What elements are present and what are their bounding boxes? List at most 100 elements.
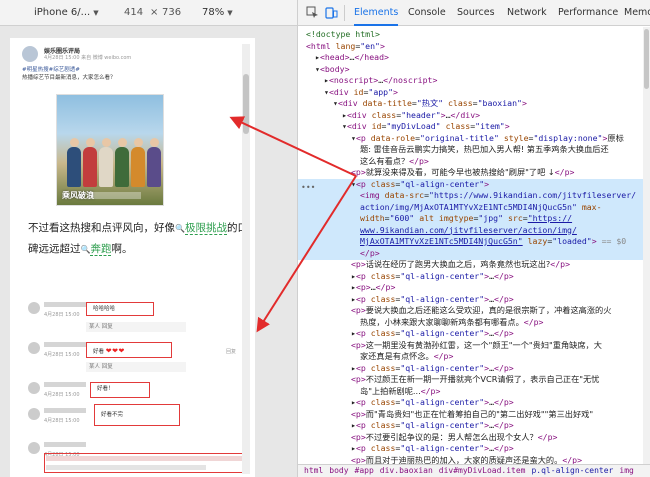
elements-scrollbar[interactable]: [643, 27, 650, 464]
breadcrumb-item[interactable]: div.baoxian: [380, 466, 433, 475]
dom-node-line[interactable]: ▾<div id="app">: [298, 87, 650, 99]
tab-elements[interactable]: Elements: [354, 0, 399, 26]
phone-scrollbar[interactable]: [242, 44, 250, 474]
dom-node-line[interactable]: <!doctype html>: [298, 29, 650, 41]
post-body-line: 热播综艺节目最新消息，大家怎么看？: [22, 75, 116, 81]
dom-node-line[interactable]: <p>而且对于迪丽热巴的加入，大家的质疑声还是蛮大的。</p>: [298, 455, 650, 465]
post-body: #明星热搜#综艺剧透# 热播综艺节目最新消息，大家怎么看？: [22, 66, 244, 82]
dom-node-line[interactable]: <p>不过颜王在新一期一开播就亮个VCR请假了，表示自己正在"无忧: [298, 374, 650, 386]
dom-node-line[interactable]: width="600" alt imgtype="jpg" src="https…: [298, 213, 650, 225]
tab-network[interactable]: Network: [507, 0, 547, 26]
tab-performance[interactable]: Performance: [558, 0, 618, 26]
highlight-box: [44, 453, 250, 473]
search-icon: 🔍: [80, 245, 91, 254]
breadcrumb-item[interactable]: body: [329, 466, 348, 475]
caret-down-icon: ▼: [227, 9, 233, 17]
dom-node-line[interactable]: ▸<p class="ql-align-center">…</p>: [298, 443, 650, 455]
breadcrumb: html body #app div.baoxian div#myDivLoad.ite…: [298, 464, 650, 477]
device-select-label: iPhone 6/...: [34, 7, 91, 18]
dom-node-line[interactable]: action/img/MjAxOTA1MTYvXzE1NTc5MDI4NjQuc…: [298, 202, 650, 214]
breadcrumb-item[interactable]: html: [304, 466, 323, 475]
inspect-element-icon[interactable]: [306, 6, 319, 19]
breadcrumb-item[interactable]: div#myDivLoad.item: [439, 466, 526, 475]
dom-node-line[interactable]: <p>这一期里没有黄渤孙红雷，这一个"颜王"一个"贵妇"重角缺席，大: [298, 340, 650, 352]
keyword-link[interactable]: 奔跑: [90, 243, 112, 256]
scrollbar-thumb[interactable]: [644, 29, 649, 89]
dom-node-line[interactable]: www.9ikandian.com/jitvfileserver/action/…: [298, 225, 650, 237]
elements-tree[interactable]: ••• <!doctype html> <html lang="en"> ▸<hea…: [298, 27, 650, 464]
dom-node-line[interactable]: <p>话说在经历了跑男大换血之后，鸡条竟然也玩这出?</p>: [298, 259, 650, 271]
dom-node-line[interactable]: ▸<p class="ql-align-center">…</p>: [298, 271, 650, 283]
dom-node-line[interactable]: <p>不过要引起争议的是：男人帮怎么出现个女人？</p>: [298, 432, 650, 444]
text-segment: 啊。: [111, 243, 133, 255]
zoom-select-label: 78%: [202, 7, 225, 18]
dom-node-line[interactable]: MjAxOTA1MTYvXzE1NTc5MDI4NjQucG5n" lazy="…: [298, 236, 650, 248]
dom-node-line[interactable]: <p>要说大换血之后还能这么受欢迎，真的是很宗斯了，冲着这高涨的火: [298, 305, 650, 317]
reply-button[interactable]: 回复: [226, 348, 236, 355]
caret-down-icon: ▼: [93, 9, 99, 17]
avatar: [28, 442, 40, 454]
movie-logo: 乘风破浪: [62, 191, 94, 200]
phone-viewport[interactable]: 娱乐圈乐评局 4月28日 15:00 来自 微博 weibo.com #明星热搜…: [10, 38, 255, 477]
dom-node-line[interactable]: 岛"上拍新剧呢...</p>: [298, 386, 650, 398]
height-field[interactable]: 736: [162, 7, 181, 18]
dom-node-line[interactable]: <img data-src="https://www.9ikandian.com…: [298, 190, 650, 202]
dom-node-line[interactable]: 家还真是有点怀念。</p>: [298, 351, 650, 363]
breadcrumb-item[interactable]: img: [619, 466, 633, 475]
dom-node-line[interactable]: ▾<div id="myDivLoad" class="item">: [298, 121, 650, 133]
comment-time: 4月28日 15:00: [44, 392, 80, 398]
dom-node-line[interactable]: 热度，小林来跟大家聊聊新鸡条都有哪看点。</p>: [298, 317, 650, 329]
tab-console[interactable]: Console: [408, 0, 446, 26]
breadcrumb-item[interactable]: p.ql-align-center: [531, 466, 613, 475]
dom-node-line[interactable]: </p>: [298, 248, 650, 260]
dom-node-line[interactable]: ▸<noscript>…</noscript>: [298, 75, 650, 87]
dom-node-line[interactable]: ▸<p class="ql-align-center">…</p>: [298, 420, 650, 432]
dom-node-line[interactable]: <html lang="en">: [298, 41, 650, 53]
avatar: [22, 46, 38, 62]
avatar: [28, 408, 40, 420]
dom-node-line[interactable]: ▸<p class="ql-align-center">…</p>: [298, 328, 650, 340]
tab-memory[interactable]: Memo: [624, 0, 650, 26]
dom-node-line[interactable]: ▸<div class="header">…</div>: [298, 110, 650, 122]
dom-node-line[interactable]: 这么有看点？</p>: [298, 156, 650, 168]
dom-node-line[interactable]: ▾<body>: [298, 64, 650, 76]
post-image: 乘风破浪: [56, 94, 164, 206]
dom-node-line[interactable]: <p>而"青岛贵妇"也正在忙着筹拍自己的"第二出好戏""第三出好戏": [298, 409, 650, 421]
device-select[interactable]: iPhone 6/... ▼: [34, 7, 99, 18]
dom-node-line[interactable]: ▸<p class="ql-align-center">…</p>: [298, 397, 650, 409]
comment-reply: 某人 回复: [86, 322, 186, 332]
highlight-box: [86, 342, 172, 358]
dom-node-line[interactable]: ▸<p class="ql-align-center">…</p>: [298, 294, 650, 306]
breadcrumb-item[interactable]: #app: [355, 466, 374, 475]
comment-time: 4月28日 15:00: [44, 312, 80, 318]
post-meta: 4月28日 15:00 来自 微博 weibo.com: [44, 55, 132, 61]
zoom-select[interactable]: 78% ▼: [202, 7, 233, 18]
dom-node-line[interactable]: ▸<head>…</head>: [298, 52, 650, 64]
device-toggle-icon[interactable]: [325, 6, 338, 19]
dom-node-line[interactable]: ▸<p class="ql-align-center">…</p>: [298, 363, 650, 375]
dom-node-line[interactable]: ▾<p data-role="original-title" style="di…: [298, 133, 650, 145]
devtools-pane: Elements Console Sources Network Perform…: [298, 0, 650, 477]
dom-node-line[interactable]: <p>就算没来得及看，可能今早也被热搜给"刷屏"了吧 ↓</p>: [298, 167, 650, 179]
text-segment: 不过看这热搜和点评风向，好像: [28, 222, 175, 234]
times-icon: ×: [150, 7, 159, 18]
article-paragraph: 不过看这热搜和点评风向，好像🔍极限挑战的口碑远远超过🔍奔跑啊。: [28, 218, 248, 260]
avatar: [28, 302, 40, 314]
tab-sources[interactable]: Sources: [457, 0, 495, 26]
avatar: [28, 342, 40, 354]
dom-node-line[interactable]: ▸<p>…</p>: [298, 282, 650, 294]
keyword-link[interactable]: 极限挑战: [184, 222, 227, 235]
comment-reply: 某人 回复: [86, 362, 186, 372]
width-field[interactable]: 414: [124, 7, 143, 18]
comment-screenshot: 4月28日 15:00 哈哈哈哈 某人 回复 4月28日 15:00 回复 好看…: [28, 300, 253, 477]
devtools-tabbar: Elements Console Sources Network Perform…: [298, 0, 650, 26]
device-pane: iPhone 6/... ▼ 414 × 736 78% ▼ 娱乐圈乐评局 4月28…: [0, 0, 298, 477]
highlight-box: [86, 302, 154, 316]
comment-time: 4月28日 15:00: [44, 418, 80, 424]
dom-node-line[interactable]: ▾<div data-title="热文" class="baoxian">: [298, 98, 650, 110]
highlight-box: [94, 404, 180, 426]
device-toolbar: iPhone 6/... ▼ 414 × 736 78% ▼: [0, 0, 297, 26]
dom-node-line[interactable]: 题: 雷佳音岳云鹏实力搞笑，热巴加入男人帮! 第五季鸡条大换血后还: [298, 144, 650, 156]
scrollbar-thumb[interactable]: [243, 74, 249, 134]
dom-node-line[interactable]: ▾<p class="ql-align-center">: [298, 179, 650, 191]
